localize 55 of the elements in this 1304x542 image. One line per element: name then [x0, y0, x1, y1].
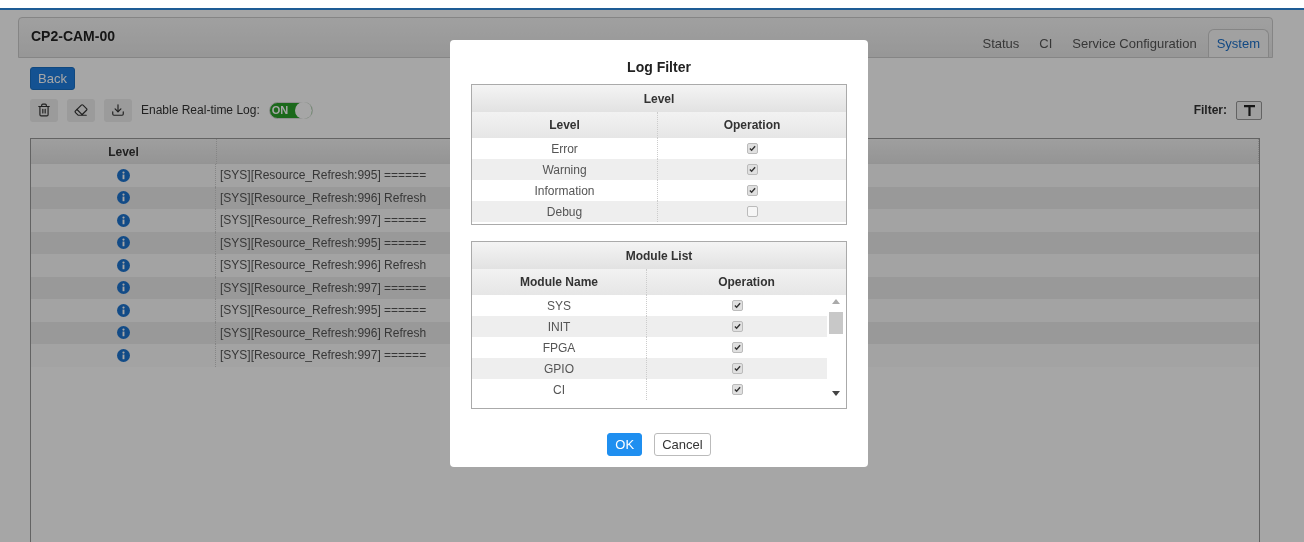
log-message: [SYS][Resource_Refresh:995] ======: [219, 302, 427, 320]
info-icon: [116, 168, 130, 182]
checkbox[interactable]: [731, 300, 743, 311]
info-icon: [116, 281, 130, 295]
checkbox[interactable]: [731, 363, 743, 374]
tab[interactable]: System: [1207, 29, 1269, 57]
checkbox[interactable]: [731, 384, 743, 395]
scrollbar-thumb[interactable]: [829, 312, 843, 334]
filter-icon: [1243, 104, 1255, 116]
checkbox[interactable]: [731, 321, 743, 332]
tab[interactable]: Status: [973, 29, 1029, 57]
scroll-down-icon[interactable]: [832, 391, 840, 396]
info-icon: [116, 213, 130, 227]
checkbox[interactable]: [746, 206, 758, 217]
log-message: [SYS][Resource_Refresh:996] Refresh: [219, 189, 427, 207]
device-title: CP2-CAM-00: [31, 27, 115, 46]
tab[interactable]: CI: [1030, 29, 1062, 57]
info-icon: [116, 191, 130, 205]
checkbox[interactable]: [746, 143, 758, 154]
info-icon: [116, 348, 130, 362]
log-message: [SYS][Resource_Refresh:995] ======: [219, 167, 427, 185]
info-icon: [116, 303, 130, 317]
download-button[interactable]: [104, 98, 132, 122]
back-button[interactable]: Back: [30, 67, 75, 90]
log-message: [SYS][Resource_Refresh:996] Refresh: [219, 257, 427, 275]
column-header: Operation: [722, 117, 782, 134]
filter-button[interactable]: [1236, 100, 1262, 120]
filter-name-cell: CI: [472, 379, 647, 400]
filter-label: Filter:: [1193, 103, 1227, 117]
log-message: [SYS][Resource_Refresh:997] ======: [219, 279, 427, 297]
delete-button[interactable]: [30, 98, 58, 122]
log-message: [SYS][Resource_Refresh:997] ======: [219, 347, 427, 365]
info-icon: [116, 236, 130, 250]
checkbox[interactable]: [746, 185, 758, 196]
dialog-title: Log Filter: [626, 59, 692, 75]
download-icon: [111, 103, 125, 117]
checkbox[interactable]: [731, 342, 743, 353]
clear-button[interactable]: [67, 98, 95, 122]
log-message: [SYS][Resource_Refresh:995] ======: [219, 234, 427, 252]
realtime-log-label: Enable Real-time Log:: [141, 103, 260, 117]
ok-button[interactable]: OK: [607, 433, 643, 456]
log-message: [SYS][Resource_Refresh:997] ======: [219, 212, 427, 230]
info-icon: [116, 258, 130, 272]
trash-icon: [37, 103, 51, 117]
info-icon: [116, 326, 130, 340]
panel-title: Level: [472, 85, 846, 112]
column-header: Operation: [717, 274, 776, 291]
tab[interactable]: Service Configuration: [1063, 29, 1206, 57]
eraser-icon: [74, 103, 88, 117]
panel-title: Module List: [472, 242, 846, 269]
realtime-toggle[interactable]: ON: [268, 101, 313, 119]
log-message: [SYS][Resource_Refresh:996] Refresh: [219, 324, 427, 342]
checkbox[interactable]: [746, 164, 758, 175]
cancel-button[interactable]: Cancel: [654, 433, 711, 456]
filter-name-cell: Debug: [472, 201, 658, 222]
